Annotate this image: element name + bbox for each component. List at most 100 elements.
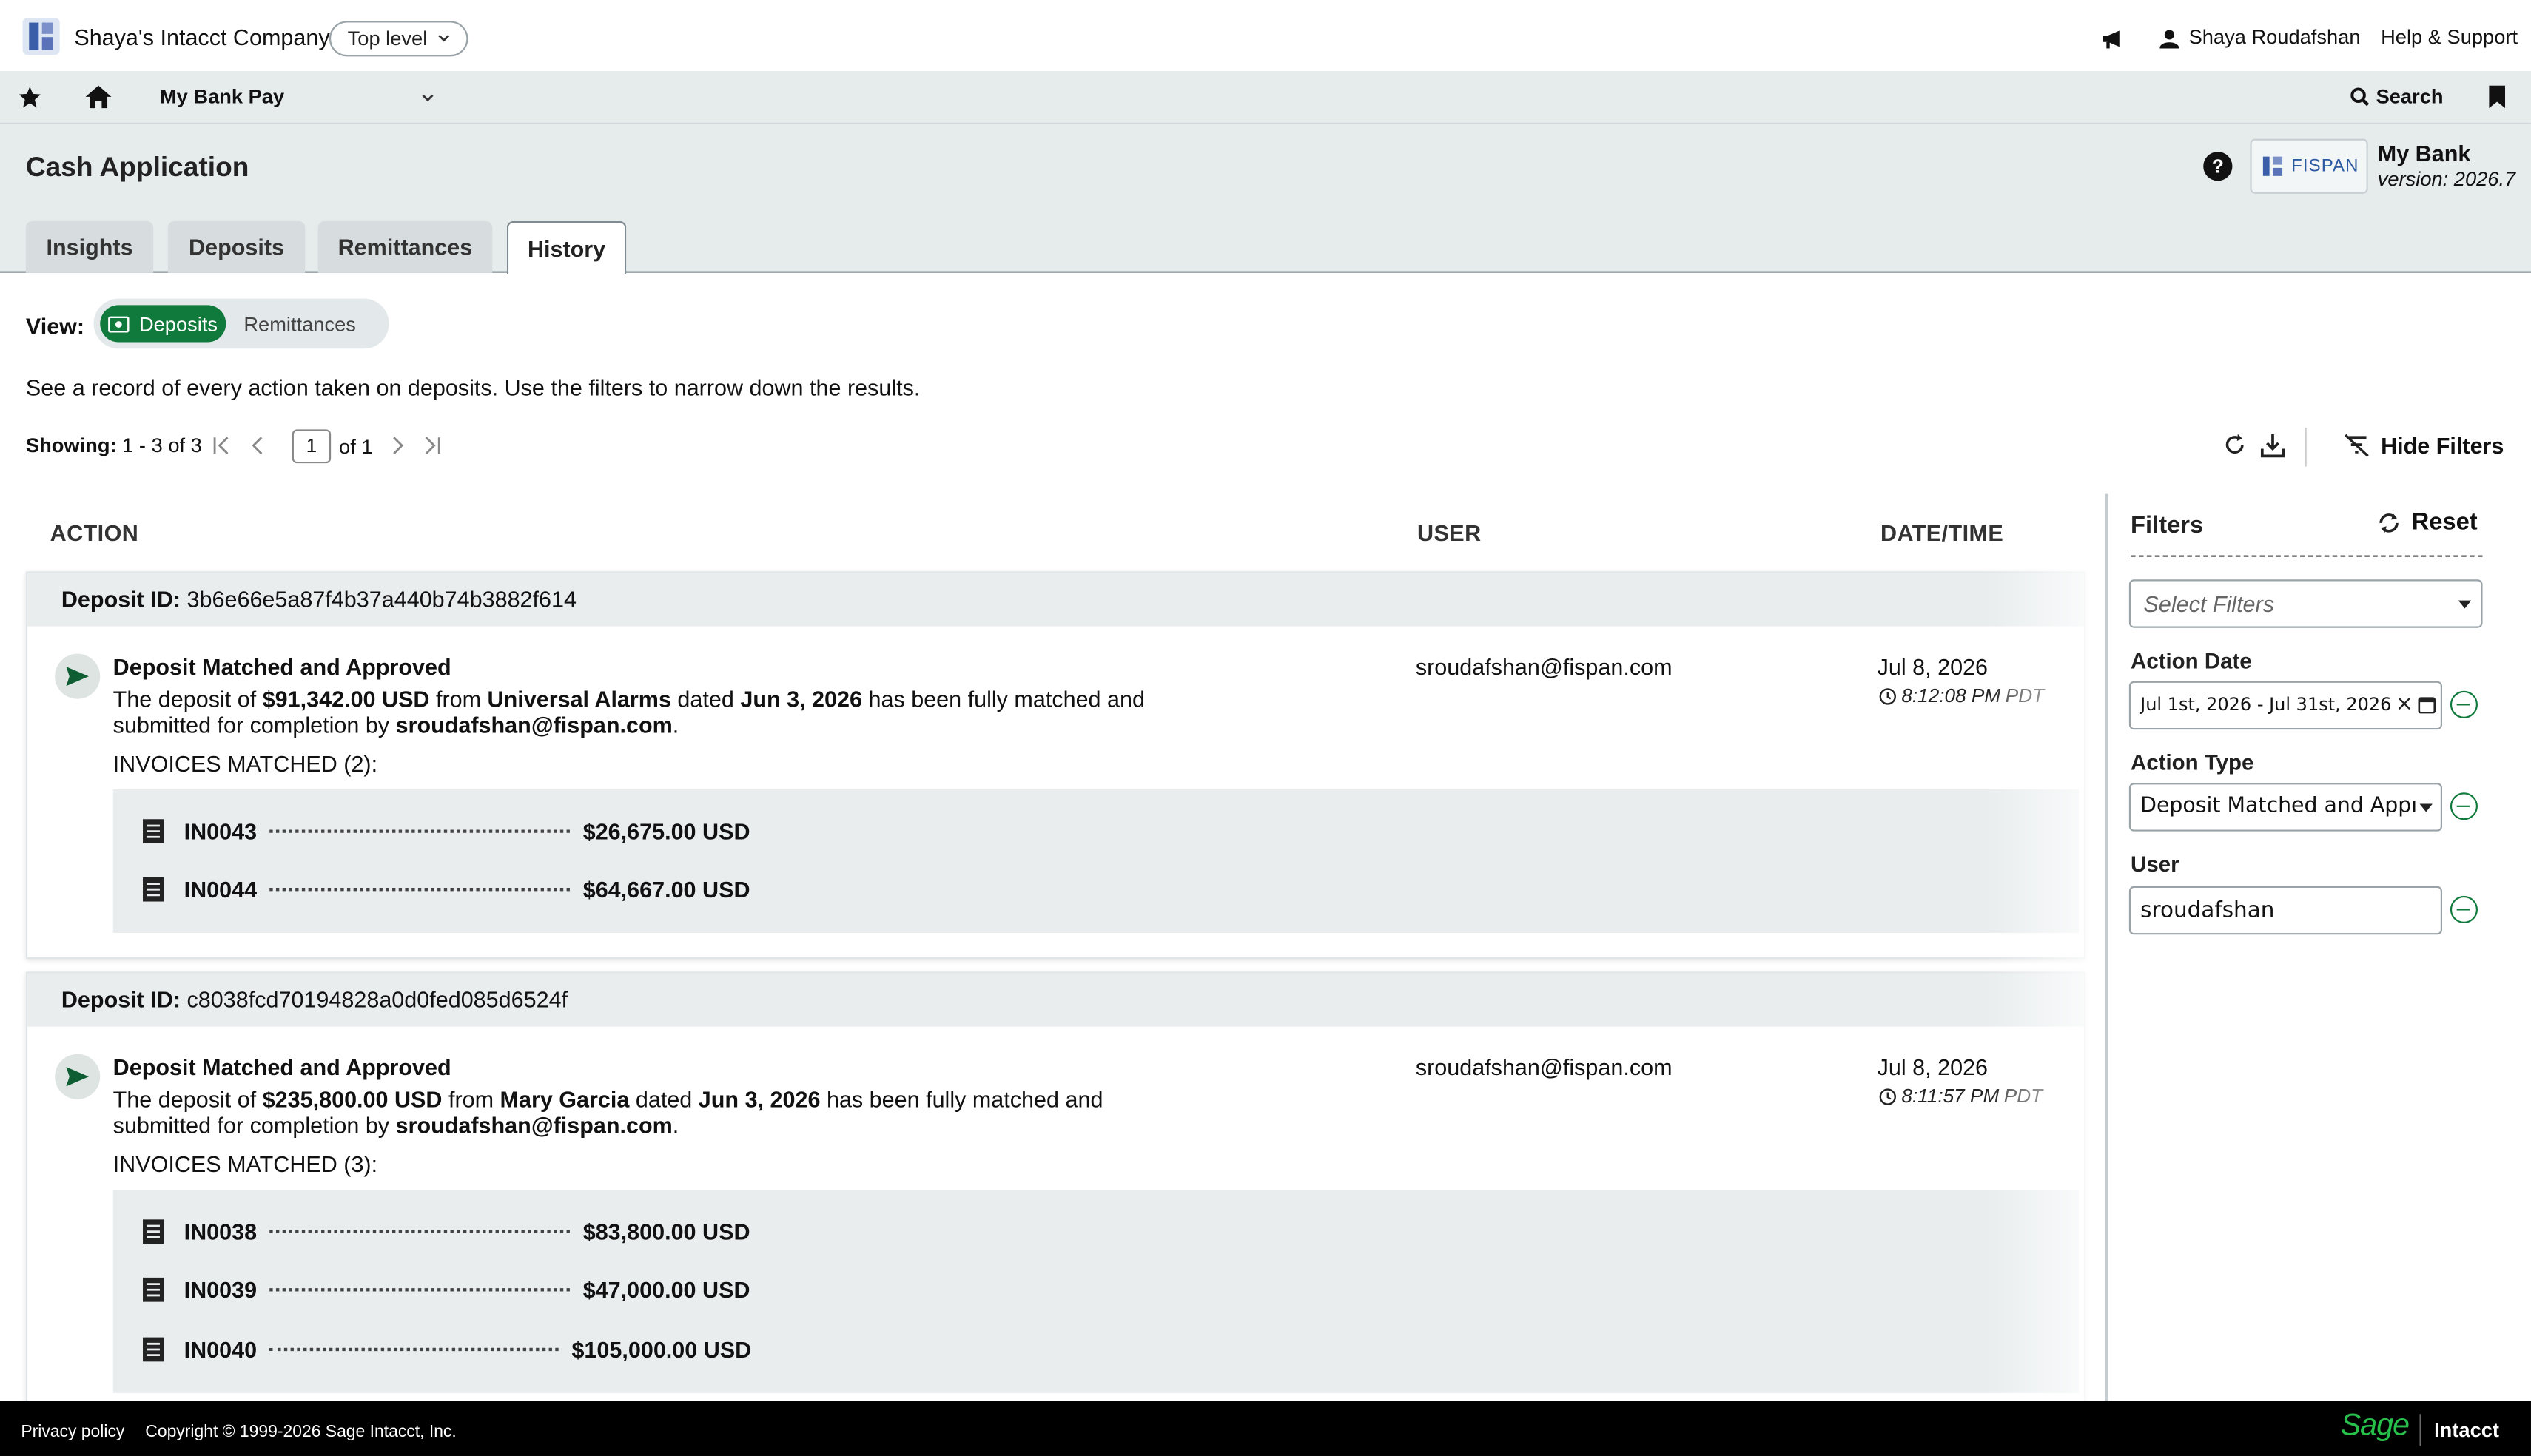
remove-action-date-filter-icon[interactable] xyxy=(2450,690,2478,718)
megaphone-icon[interactable] xyxy=(2102,29,2125,49)
action-type-value: Deposit Matched and Appı xyxy=(2140,794,2418,819)
first-page-icon[interactable] xyxy=(212,436,231,455)
action-date-label: Action Date xyxy=(2131,649,2252,673)
text-segment: dated xyxy=(629,1086,699,1113)
search-button[interactable]: Search xyxy=(2376,86,2444,109)
level-selector[interactable]: Top level xyxy=(329,21,468,57)
hide-filters-label: Hide Filters xyxy=(2381,432,2504,459)
remove-user-filter-icon[interactable] xyxy=(2450,895,2478,923)
invoice-id: IN0040 xyxy=(184,1336,258,1363)
privacy-policy-link[interactable]: Privacy policy xyxy=(21,1422,124,1441)
invoice-row[interactable]: IN0038 $83,800.00 USD xyxy=(142,1216,750,1248)
page-description: See a record of every action taken on de… xyxy=(25,374,921,401)
remove-action-type-filter-icon[interactable] xyxy=(2450,792,2478,820)
deposit-id-label: Deposit ID: xyxy=(61,585,181,612)
home-icon[interactable] xyxy=(84,84,112,109)
invoice-amount: $64,667.00 USD xyxy=(582,876,750,903)
action-date-input[interactable]: Jul 1st, 2026 - Jul 31st, 2026 × xyxy=(2128,681,2443,730)
clock-icon xyxy=(1879,687,1896,704)
invoice-icon xyxy=(143,877,164,902)
user-label: User xyxy=(2131,852,2179,877)
toolbar-divider xyxy=(2305,428,2307,467)
view-deposits-option[interactable]: Deposits xyxy=(100,305,226,343)
action-time: 8:12:08 PM PDT xyxy=(1879,684,2044,707)
invoice-id: IN0038 xyxy=(184,1219,258,1245)
invoices-matched-label: INVOICES MATCHED (3): xyxy=(112,1150,378,1177)
tab-insights[interactable]: Insights xyxy=(25,220,154,273)
user-menu[interactable]: Shaya Roudafshan xyxy=(2189,26,2361,49)
submitted-by: sroudafshan@fispan.com xyxy=(395,1112,673,1139)
tab-remittances[interactable]: Remittances xyxy=(317,220,493,273)
timezone: PDT xyxy=(2005,684,2045,707)
view-remittances-option[interactable]: Remittances xyxy=(243,313,356,336)
select-filters-dropdown[interactable]: Select Filters xyxy=(2128,579,2483,628)
refresh-icon[interactable] xyxy=(2222,433,2247,457)
search-icon[interactable] xyxy=(2350,87,2370,107)
page-title: Cash Application xyxy=(25,152,249,183)
app-selector[interactable]: My Bank Pay xyxy=(160,86,284,109)
invoice-icon xyxy=(143,819,164,843)
invoice-icon xyxy=(143,1277,164,1302)
next-page-icon[interactable] xyxy=(389,436,406,455)
column-header-user: USER xyxy=(1417,519,1482,546)
last-page-icon[interactable] xyxy=(423,436,442,455)
page-number-input[interactable]: 1 xyxy=(292,429,332,464)
text-segment: . xyxy=(672,712,679,738)
company-name[interactable]: Shaya's Intacct Company xyxy=(74,24,329,50)
help-icon[interactable]: ? xyxy=(2203,152,2233,181)
action-type-select[interactable]: Deposit Matched and Appı xyxy=(2128,783,2443,832)
fispan-logo-icon xyxy=(2262,156,2282,176)
action-date-value: Jul 1st, 2026 - Jul 31st, 2026 xyxy=(2140,694,2392,715)
invoice-row[interactable]: IN0039 $47,000.00 USD xyxy=(142,1273,750,1306)
reset-icon xyxy=(2379,512,2399,532)
view-toggle: Deposits Remittances xyxy=(93,298,389,349)
company-logo-icon[interactable] xyxy=(21,16,61,57)
hide-filters-button[interactable]: Hide Filters xyxy=(2344,433,2504,459)
tab-history[interactable]: History xyxy=(506,220,627,274)
invoice-list: IN0038 $83,800.00 USD IN0039 $47,000.00 … xyxy=(112,1189,2080,1393)
filters-rule xyxy=(2131,555,2483,557)
tab-deposits[interactable]: Deposits xyxy=(167,220,306,273)
column-header-datetime: DATE/TIME xyxy=(1880,519,2004,546)
calendar-icon[interactable] xyxy=(2418,695,2436,714)
send-icon xyxy=(55,1054,101,1099)
view-deposits-label: Deposits xyxy=(138,312,218,335)
invoice-amount: $47,000.00 USD xyxy=(582,1276,750,1303)
deposit-date: Jun 3, 2026 xyxy=(740,686,863,712)
deposit-id-header: Deposit ID: 3b6e66e5a87f4b37a440b74b3882… xyxy=(27,573,2084,627)
leader-dots xyxy=(269,887,571,892)
download-icon[interactable] xyxy=(2260,433,2286,459)
showing-range: 1 - 3 of 3 xyxy=(122,434,202,457)
page-header: Cash Application ? FISPAN My Bank versio… xyxy=(0,124,2531,274)
reset-button[interactable]: Reset xyxy=(2376,508,2478,536)
user-input[interactable]: sroudafshan xyxy=(2128,886,2443,935)
invoice-row[interactable]: IN0040 $105,000.00 USD xyxy=(142,1333,751,1366)
payer-name: Mary Garcia xyxy=(500,1086,630,1113)
nav-bar: My Bank Pay Search xyxy=(0,70,2531,124)
clear-icon[interactable]: × xyxy=(2396,683,2413,728)
action-date: Jul 8, 2026 xyxy=(1877,1054,1989,1080)
action-time: 8:11:57 PM PDT xyxy=(1879,1085,2043,1108)
text-segment: from xyxy=(442,1086,500,1113)
prev-page-icon[interactable] xyxy=(250,436,266,455)
invoice-row[interactable]: IN0044 $64,667.00 USD xyxy=(142,873,750,906)
user-icon xyxy=(2159,30,2179,49)
leader-dots xyxy=(269,1230,571,1233)
deposit-id-value: c8038fcd70194828a0d0fed085d6524f xyxy=(186,986,568,1012)
send-arrow-icon xyxy=(66,1067,89,1087)
version-text: version: 2026.7 xyxy=(2377,167,2516,191)
user-value: sroudafshan xyxy=(2140,897,2275,923)
action-date: Jul 8, 2026 xyxy=(1877,653,1989,680)
action-title: Deposit Matched and Approved xyxy=(112,653,451,680)
bookmark-icon[interactable] xyxy=(2489,85,2506,109)
send-icon xyxy=(55,653,101,699)
invoice-id: IN0039 xyxy=(184,1276,258,1303)
column-header-action: ACTION xyxy=(50,519,139,546)
footer: Privacy policy Copyright © 1999-2026 Sag… xyxy=(0,1401,2531,1456)
invoice-id: IN0043 xyxy=(184,818,258,845)
star-icon[interactable] xyxy=(18,86,42,109)
caret-down-icon xyxy=(2458,600,2472,609)
help-support-link[interactable]: Help & Support xyxy=(2381,26,2518,49)
chevron-down-icon[interactable] xyxy=(421,94,434,104)
invoice-row[interactable]: IN0043 $26,675.00 USD xyxy=(142,815,750,848)
